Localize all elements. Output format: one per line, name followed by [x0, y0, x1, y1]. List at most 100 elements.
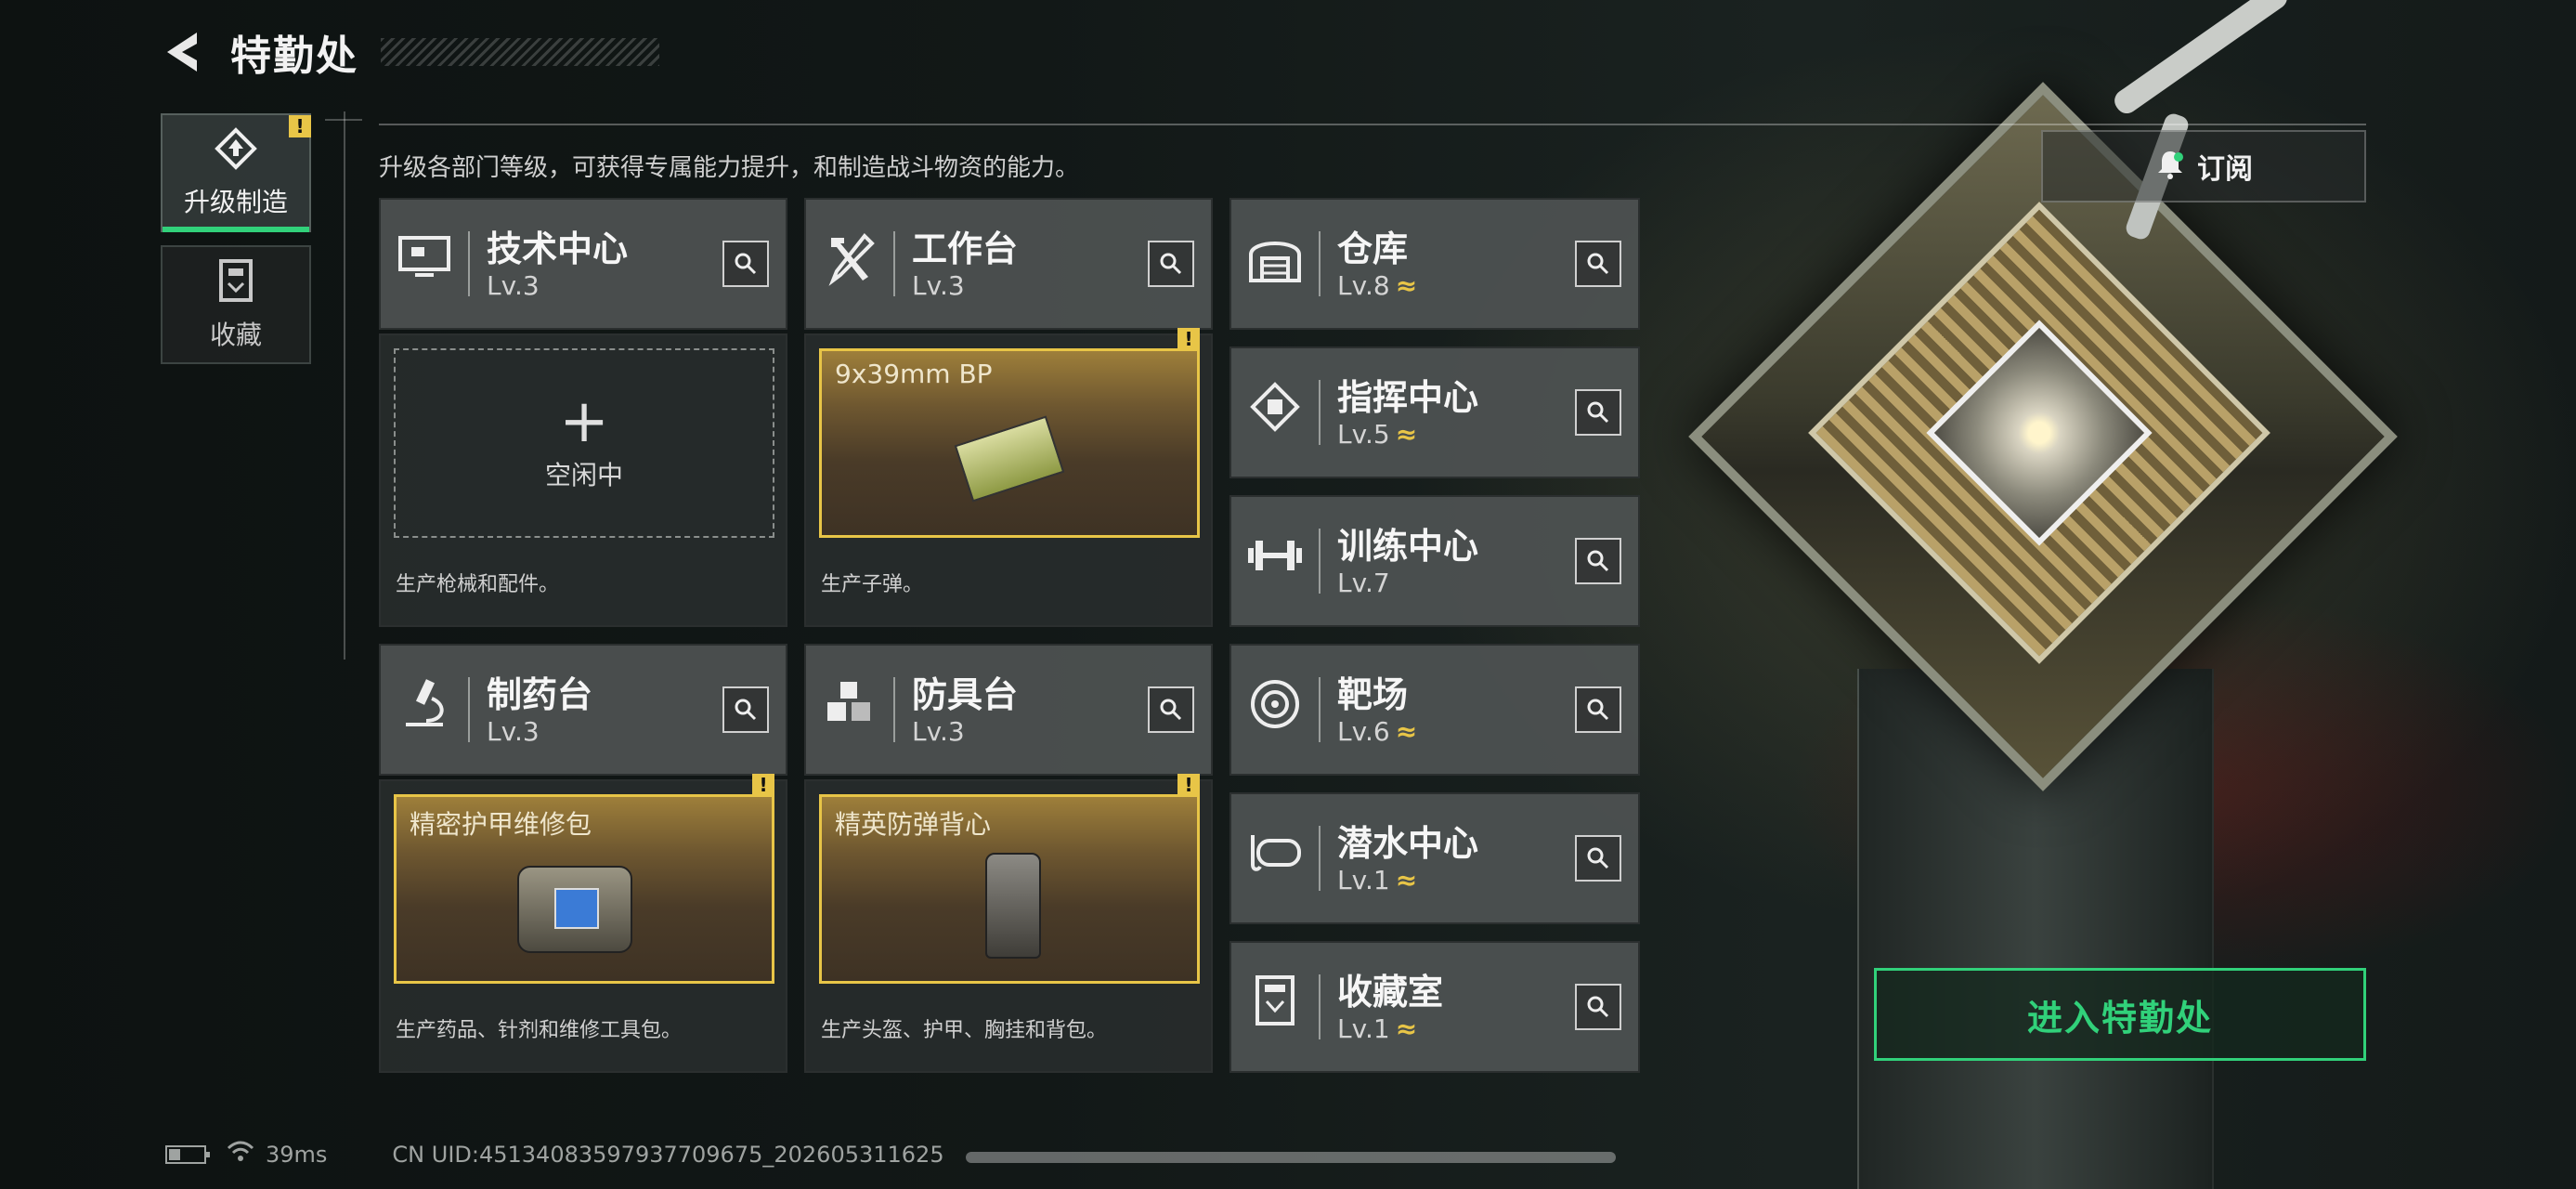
production-slot-item[interactable]: 精密护甲维修包: [394, 794, 774, 984]
search-button[interactable]: [722, 686, 769, 733]
station-level: Lv.3: [912, 270, 965, 301]
enter-special-ops-button[interactable]: 进入特勤处: [1874, 968, 2366, 1061]
subscribe-label: 订阅: [2197, 153, 2253, 186]
station-description: 生产枪械和配件。: [396, 573, 560, 596]
monitor-icon: [394, 228, 455, 289]
blocks-icon: [819, 673, 880, 735]
page-header: 特勤处: [158, 24, 659, 80]
station-name: 技术中心: [487, 229, 629, 269]
item-name: 精英防弹背心: [835, 809, 992, 840]
subscribe-button[interactable]: 订阅: [2041, 130, 2366, 203]
sidebar-item-label: 收藏: [209, 320, 262, 350]
upgrade-available-icon: ≈: [1395, 716, 1418, 747]
repair-kit-image: [517, 866, 632, 953]
plus-icon: +: [559, 387, 609, 456]
facility-card-warehouse[interactable]: 仓库 Lv.8 ≈: [1229, 198, 1640, 330]
alert-badge: !: [1177, 328, 1200, 350]
sidebar-item-upgrade-craft[interactable]: 升级制造 !: [161, 113, 311, 232]
facility-name: 仓库: [1337, 229, 1409, 269]
frame-divider: [344, 111, 345, 660]
workstation-card-pharmacy[interactable]: 制药台 Lv.3: [379, 644, 787, 776]
battery-icon: [165, 1145, 210, 1164]
card-separator: [1319, 380, 1321, 445]
upgrade-craft-icon: [212, 126, 260, 175]
card-separator: [893, 231, 895, 296]
alert-badge: !: [289, 115, 311, 137]
search-button[interactable]: [1575, 835, 1621, 882]
workstation-card-tech-center[interactable]: 技术中心 Lv.3: [379, 198, 787, 330]
production-panel-armor-bench: 精英防弹背心 ! 生产头盔、护甲、胸挂和背包。: [804, 774, 1213, 1073]
slot-status: 空闲中: [544, 460, 623, 490]
search-button[interactable]: [1148, 686, 1194, 733]
facility-card-diving-center[interactable]: 潜水中心 Lv.1 ≈: [1229, 792, 1640, 924]
facility-card-command-center[interactable]: 指挥中心 Lv.5 ≈: [1229, 346, 1640, 478]
search-button[interactable]: [722, 241, 769, 287]
facility-name: 收藏室: [1337, 972, 1444, 1013]
card-separator: [1319, 677, 1321, 742]
station-name: 工作台: [912, 229, 1019, 269]
facility-card-collection-room[interactable]: 收藏室 Lv.1 ≈: [1229, 941, 1640, 1073]
user-uid: CN UID:4513408359793770967​5_20260531162…: [392, 1142, 944, 1168]
workstation-card-workbench[interactable]: 工作台 Lv.3: [804, 198, 1213, 330]
production-panel-pharmacy: 精密护甲维修包 ! 生产药品、针剂和维修工具包。: [379, 774, 787, 1073]
collection-icon: [215, 257, 256, 307]
back-arrow-icon[interactable]: [158, 29, 204, 75]
facility-level: Lv.8 ≈: [1337, 270, 1418, 301]
search-button[interactable]: [1575, 241, 1621, 287]
upgrade-available-icon: ≈: [1395, 270, 1418, 301]
station-description: 生产头盔、护甲、胸挂和背包。: [821, 1019, 1108, 1042]
station-description: 生产子弹。: [821, 573, 924, 596]
card-separator: [893, 677, 895, 742]
facility-level: Lv.1 ≈: [1337, 1013, 1418, 1044]
target-icon: [1244, 673, 1306, 735]
alert-badge: !: [1177, 774, 1200, 796]
ammo-box-image: [954, 415, 1065, 503]
search-button[interactable]: [1148, 241, 1194, 287]
card-separator: [468, 231, 470, 296]
diving-mask-icon: [1244, 822, 1306, 883]
card-separator: [1319, 974, 1321, 1039]
header-divider: [379, 124, 2366, 125]
page-description: 升级各部门等级，可获得专属能力提升，和制造战斗物资的能力。: [379, 154, 1080, 182]
horizontal-scrollbar[interactable]: [966, 1152, 1616, 1163]
search-button[interactable]: [1575, 538, 1621, 584]
item-name: 9x39mm BP: [835, 359, 993, 389]
enter-button-label: 进入特勤处: [2026, 997, 2213, 1039]
search-button[interactable]: [1575, 686, 1621, 733]
ping-value: 39ms: [266, 1142, 328, 1168]
facility-level: Lv.7: [1337, 568, 1390, 598]
upgrade-available-icon: ≈: [1395, 865, 1418, 895]
title-decoration: [381, 38, 659, 66]
hammer-wrench-icon: [819, 228, 880, 289]
production-slot-item[interactable]: 9x39mm BP: [819, 348, 1200, 538]
facility-name: 指挥中心: [1337, 377, 1479, 418]
dumbbell-icon: [1244, 525, 1306, 586]
station-level: Lv.3: [487, 716, 540, 747]
facility-level: Lv.5 ≈: [1337, 419, 1418, 450]
production-panel-workbench: 9x39mm BP ! 生产子弹。: [804, 328, 1213, 627]
chip-icon: [1244, 376, 1306, 438]
frame-divider: [325, 119, 362, 121]
alert-badge: !: [752, 774, 774, 796]
facility-card-shooting-range[interactable]: 靶场 Lv.6 ≈: [1229, 644, 1640, 776]
facility-level: Lv.6 ≈: [1337, 716, 1418, 747]
production-panel-tech-center: + 空闲中 生产枪械和配件。: [379, 333, 787, 627]
facility-name: 靶场: [1337, 674, 1409, 715]
facility-card-training-center[interactable]: 训练中心 Lv.7: [1229, 495, 1640, 627]
production-slot-empty[interactable]: + 空闲中: [394, 348, 774, 538]
card-separator: [1319, 529, 1321, 594]
search-button[interactable]: [1575, 389, 1621, 436]
facility-name: 训练中心: [1337, 526, 1479, 567]
production-slot-item[interactable]: 精英防弹背心: [819, 794, 1200, 984]
status-bar: 39ms CN UID:4513408359793770967​5_202605…: [165, 1141, 944, 1169]
station-level: Lv.3: [487, 270, 540, 301]
facility-name: 潜水中心: [1337, 823, 1479, 864]
search-button[interactable]: [1575, 984, 1621, 1030]
wifi-icon: [227, 1141, 254, 1169]
microscope-icon: [394, 673, 455, 735]
vest-image: [985, 853, 1041, 959]
workstation-card-armor-bench[interactable]: 防具台 Lv.3: [804, 644, 1213, 776]
sidebar-item-collection[interactable]: 收藏: [161, 245, 311, 364]
station-name: 制药台: [487, 674, 593, 715]
card-separator: [468, 677, 470, 742]
